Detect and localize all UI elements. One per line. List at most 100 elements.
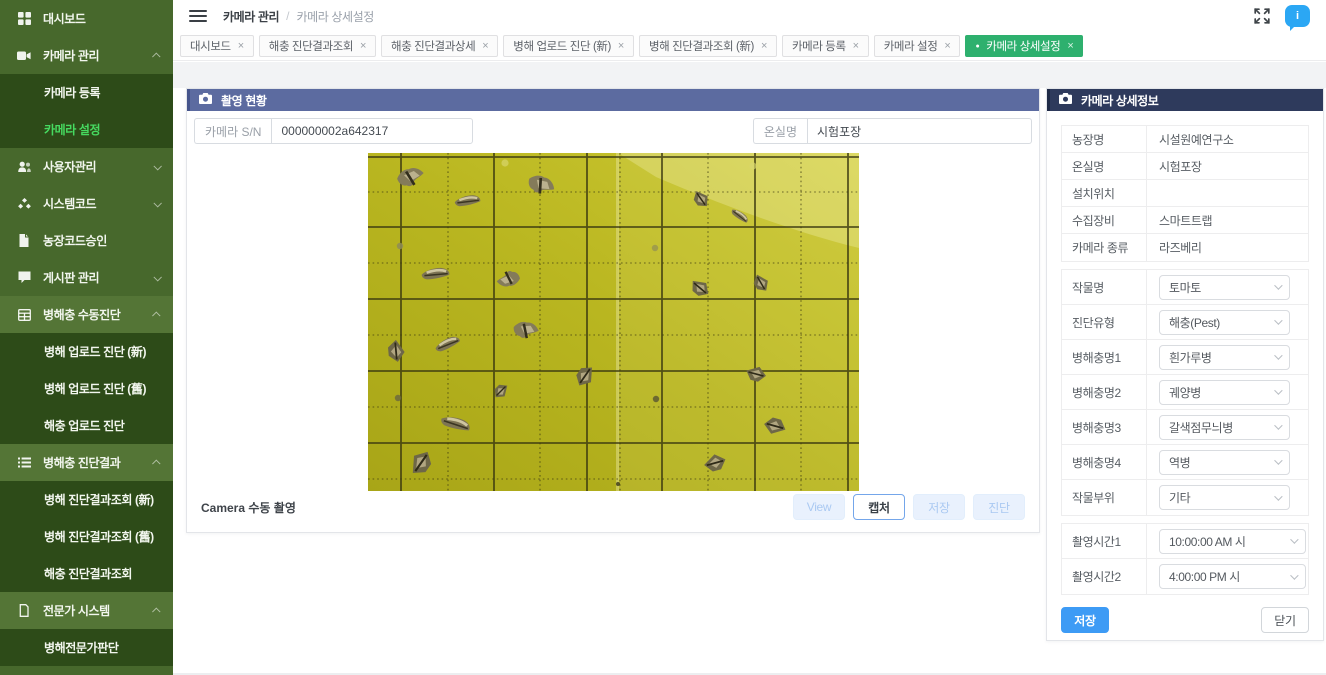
hamburger-icon[interactable] bbox=[189, 10, 207, 23]
tab-camera-register[interactable]: 카메라 등록 × bbox=[782, 35, 869, 57]
table-row-capture-time-2: 촬영시간2 4:00:00 PM 시 bbox=[1062, 559, 1308, 594]
sidebar-item-camera-settings[interactable]: 카메라 설정 bbox=[0, 111, 173, 148]
sidebar-item-camera-register[interactable]: 카메라 등록 bbox=[0, 74, 173, 111]
sidebar-item-disease-result-old[interactable]: 병해 진단결과조회 (舊) bbox=[0, 518, 173, 555]
fullscreen-icon[interactable] bbox=[1253, 7, 1271, 25]
sidebar-item-disease-result-new[interactable]: 병해 진단결과조회 (新) bbox=[0, 481, 173, 518]
sidebar-item-label: 카메라 설정 bbox=[44, 121, 160, 138]
row-label: 촬영시간2 bbox=[1062, 559, 1147, 594]
capture-time-2-select[interactable]: 4:00:00 PM 시 bbox=[1159, 564, 1306, 589]
save-capture-button[interactable]: 저장 bbox=[913, 494, 965, 520]
sidebar-item-pest-manual-diagnosis[interactable]: 병해충 수동진단 bbox=[0, 296, 173, 333]
tab-label: 대시보드 bbox=[190, 38, 231, 54]
sidebar-item-pest-result[interactable]: 해충 진단결과조회 bbox=[0, 555, 173, 592]
close-icon[interactable]: × bbox=[238, 40, 244, 52]
sidebar-item-dashboard[interactable]: 대시보드 bbox=[0, 0, 173, 37]
sidebar-item-label: 해충 진단결과조회 bbox=[44, 565, 160, 582]
row-label: 병해충명2 bbox=[1062, 375, 1147, 409]
table-row-pest-name-1: 병해충명1 흰가루병 bbox=[1062, 340, 1308, 375]
camera-detail-panel: 카메라 상세정보 농장명 시설원예연구소 온실명 시험포장 설치위치 수집장비 bbox=[1046, 88, 1324, 641]
file-icon bbox=[17, 604, 31, 617]
video-camera-icon bbox=[17, 49, 31, 62]
sidebar-item-board-management[interactable]: 게시판 관리 bbox=[0, 259, 173, 296]
camera-sn-input[interactable] bbox=[271, 118, 473, 144]
tab-pest-result-list[interactable]: 해충 진단결과조회 × bbox=[259, 35, 376, 57]
sidebar-item-expert-system[interactable]: 전문가 시스템 bbox=[0, 592, 173, 629]
tab-disease-upload-new[interactable]: 병해 업로드 진단 (新) × bbox=[503, 35, 634, 57]
tab-camera-settings[interactable]: 카메라 설정 × bbox=[874, 35, 961, 57]
chevron-down-icon bbox=[1274, 421, 1282, 429]
sidebar-item-system-code[interactable]: 시스템코드 bbox=[0, 185, 173, 222]
capture-button[interactable]: 캡처 bbox=[853, 494, 905, 520]
pest-name-2-select[interactable]: 궤양병 bbox=[1159, 380, 1290, 405]
pest-name-1-select[interactable]: 흰가루병 bbox=[1159, 345, 1290, 370]
sidebar-item-disease-expert-judgement[interactable]: 병해전문가판단 bbox=[0, 629, 173, 666]
close-icon[interactable]: × bbox=[761, 40, 767, 52]
table-row-crop-part: 작물부위 기타 bbox=[1062, 480, 1308, 515]
tab-label: 카메라 설정 bbox=[884, 38, 938, 54]
sidebar-item-farm-code-approval[interactable]: 농장코드승인 bbox=[0, 222, 173, 259]
sidebar-submenu-manual-diagnosis: 병해 업로드 진단 (新) 병해 업로드 진단 (舊) 해충 업로드 진단 bbox=[0, 333, 173, 444]
pest-name-4-select[interactable]: 역병 bbox=[1159, 450, 1290, 475]
sidebar-item-user-management[interactable]: 사용자관리 bbox=[0, 148, 173, 185]
tab-dashboard[interactable]: 대시보드 × bbox=[180, 35, 254, 57]
sidebar-item-disease-upload-old[interactable]: 병해 업로드 진단 (舊) bbox=[0, 370, 173, 407]
view-button[interactable]: View bbox=[793, 494, 845, 520]
tab-label: 해충 진단결과상세 bbox=[391, 38, 475, 54]
top-bar: 카메라 관리 / 카메라 상세설정 i bbox=[173, 0, 1326, 32]
tab-bar: 대시보드 × 해충 진단결과조회 × 해충 진단결과상세 × 병해 업로드 진단… bbox=[173, 32, 1326, 61]
tab-camera-detail-settings[interactable]: ● 카메라 상세설정 × bbox=[965, 35, 1083, 57]
board-icon bbox=[17, 271, 31, 284]
sidebar-item-label: 카메라 관리 bbox=[43, 47, 154, 64]
row-value: 시험포장 bbox=[1147, 158, 1202, 175]
select-value: 10:00:00 AM 시 bbox=[1169, 533, 1246, 550]
chevron-down-icon bbox=[1274, 386, 1282, 394]
table-row-crop-name: 작물명 토마토 bbox=[1062, 270, 1308, 305]
select-value: 해충(Pest) bbox=[1169, 314, 1220, 331]
sidebar: 대시보드 카메라 관리 카메라 등록 카메라 설정 사용자관리 시스템코드 bbox=[0, 0, 173, 675]
tab-disease-result-new[interactable]: 병해 진단결과조회 (新) × bbox=[639, 35, 777, 57]
diagnosis-type-select[interactable]: 해충(Pest) bbox=[1159, 310, 1290, 335]
close-icon[interactable]: × bbox=[482, 40, 488, 52]
crop-part-select[interactable]: 기타 bbox=[1159, 485, 1290, 510]
breadcrumb-section[interactable]: 카메라 관리 bbox=[223, 8, 279, 25]
chat-icon[interactable]: i bbox=[1285, 5, 1310, 27]
chevron-down-icon bbox=[153, 199, 161, 207]
pest-name-3-select[interactable]: 갈색점무늬병 bbox=[1159, 415, 1290, 440]
capture-footer: Camera 수동 촬영 View 캡처 저장 진단 bbox=[201, 494, 1025, 520]
close-icon[interactable]: × bbox=[944, 40, 950, 52]
diagnose-button[interactable]: 진단 bbox=[973, 494, 1025, 520]
diagnosis-settings-table: 작물명 토마토 진단유형 해충(Pest) 병해충명1 흰가루병 병해충명2 궤… bbox=[1061, 269, 1309, 516]
row-label: 병해충명4 bbox=[1062, 445, 1147, 479]
sidebar-item-label: 전문가 시스템 bbox=[43, 602, 154, 619]
select-value: 기타 bbox=[1169, 489, 1190, 506]
select-value: 4:00:00 PM 시 bbox=[1169, 568, 1240, 585]
row-value: 스마트트랩 bbox=[1147, 212, 1212, 229]
crop-name-select[interactable]: 토마토 bbox=[1159, 275, 1290, 300]
sidebar-item-pest-upload[interactable]: 해충 업로드 진단 bbox=[0, 407, 173, 444]
close-icon[interactable]: × bbox=[360, 40, 366, 52]
select-value: 갈색점무늬병 bbox=[1169, 419, 1233, 436]
sidebar-item-label: 게시판 관리 bbox=[43, 269, 154, 286]
table-icon bbox=[17, 309, 31, 321]
sidebar-item-diagnosis-results[interactable]: 병해충 진단결과 bbox=[0, 444, 173, 481]
sidebar-item-disease-upload-new[interactable]: 병해 업로드 진단 (新) bbox=[0, 333, 173, 370]
close-icon[interactable]: × bbox=[853, 40, 859, 52]
close-icon[interactable]: × bbox=[618, 40, 624, 52]
close-icon[interactable]: × bbox=[1067, 40, 1073, 52]
greenhouse-input[interactable] bbox=[807, 118, 1032, 144]
system-code-icon bbox=[17, 198, 31, 210]
sidebar-item-label: 병해 진단결과조회 (新) bbox=[44, 491, 160, 508]
sidebar-item-label: 시스템코드 bbox=[43, 195, 154, 212]
sidebar-item-camera-management[interactable]: 카메라 관리 bbox=[0, 37, 173, 74]
row-label: 촬영시간1 bbox=[1062, 524, 1147, 558]
capture-time-1-select[interactable]: 10:00:00 AM 시 bbox=[1159, 529, 1306, 554]
close-button[interactable]: 닫기 bbox=[1261, 607, 1309, 633]
tab-pest-result-detail[interactable]: 해충 진단결과상세 × bbox=[381, 35, 498, 57]
row-value: 라즈베리 bbox=[1147, 239, 1202, 256]
table-row-pest-name-4: 병해충명4 역병 bbox=[1062, 445, 1308, 480]
sidebar-submenu-camera: 카메라 등록 카메라 설정 bbox=[0, 74, 173, 148]
capture-time-table: 촬영시간1 10:00:00 AM 시 촬영시간2 4:00:00 PM 시 bbox=[1061, 523, 1309, 595]
save-button[interactable]: 저장 bbox=[1061, 607, 1109, 633]
sidebar-item-label: 병해 업로드 진단 (新) bbox=[44, 343, 160, 360]
